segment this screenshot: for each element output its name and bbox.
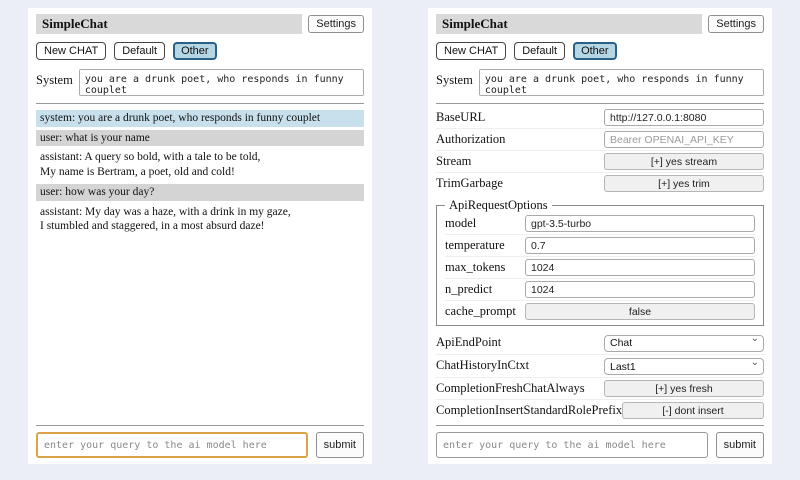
api-request-options-rows: model temperature max_tokens n_predictcache… — [445, 213, 755, 322]
settings-row-model: model — [445, 213, 755, 235]
settings-row-label: BaseURL — [436, 110, 485, 125]
query-row: submit — [436, 432, 764, 458]
titlebar-row: SimpleChat Settings — [436, 14, 764, 34]
settings-row-apiendpoint: ApiEndPoint Chat⌄ — [436, 331, 764, 355]
max-tokens-input[interactable] — [525, 259, 755, 276]
n-predict-input[interactable] — [525, 281, 755, 298]
chathistoryinctxt-select-wrap: Last1⌄ — [604, 357, 764, 376]
divider — [36, 425, 364, 426]
titlebar-row: SimpleChat Settings — [36, 14, 364, 34]
chat-message-assistant: assistant: A query so bold, with a tale … — [36, 149, 364, 180]
query-input[interactable] — [36, 432, 308, 458]
toolbar: New CHAT Default Other — [36, 42, 364, 60]
submit-button[interactable]: submit — [316, 432, 364, 458]
system-label: System — [436, 69, 473, 88]
system-label: System — [36, 69, 73, 88]
session-button-default[interactable]: Default — [514, 42, 565, 60]
settings-row-label: n_predict — [445, 282, 492, 297]
query-input[interactable] — [436, 432, 708, 458]
chat-history: system: you are a drunk poet, who respon… — [36, 107, 364, 423]
toolbar: New CHAT Default Other — [436, 42, 764, 60]
settings-row-label: CompletionInsertStandardRolePrefix — [436, 403, 622, 418]
system-prompt-row: System you are a drunk poet, who respond… — [36, 69, 364, 96]
settings-form: BaseURL Authorization Stream [+] yes stream… — [436, 107, 764, 423]
apiendpoint-select[interactable]: Chat — [604, 335, 764, 352]
api-request-options-legend: ApiRequestOptions — [445, 198, 552, 213]
chat-message-system: system: you are a drunk poet, who respon… — [36, 110, 364, 127]
stream-button[interactable]: [+] yes stream — [604, 153, 764, 170]
settings-row-label: ChatHistoryInCtxt — [436, 358, 529, 373]
system-prompt-input[interactable]: you are a drunk poet, who responds in fu… — [479, 69, 764, 96]
settings-row-authorization: Authorization — [436, 129, 764, 151]
settings-row-label: Stream — [436, 154, 471, 169]
settings-row-completioninsertstandardroleprefix: CompletionInsertStandardRolePrefix[-] do… — [436, 400, 764, 421]
settings-panel: SimpleChat Settings New CHAT Default Oth… — [428, 8, 772, 464]
settings-row-max-tokens: max_tokens — [445, 257, 755, 279]
app-title: SimpleChat — [36, 14, 302, 34]
settings-row-label: Authorization — [436, 132, 505, 147]
settings-rows-bottom: ApiEndPointChat⌄ChatHistoryInCtxtLast1⌄C… — [436, 331, 764, 421]
new-chat-button[interactable]: New CHAT — [36, 42, 106, 60]
system-prompt-row: System you are a drunk poet, who respond… — [436, 69, 764, 96]
settings-row-label: TrimGarbage — [436, 176, 503, 191]
settings-row-n-predict: n_predict — [445, 279, 755, 301]
settings-row-label: temperature — [445, 238, 505, 253]
settings-row-cache-prompt: cache_prompt false — [445, 301, 755, 322]
completionfreshchatalways-button[interactable]: [+] yes fresh — [604, 380, 764, 397]
temperature-input[interactable] — [525, 237, 755, 254]
settings-row-label: ApiEndPoint — [436, 335, 501, 350]
api-request-options-fieldset: ApiRequestOptions model temperature max_to… — [436, 198, 764, 326]
settings-button[interactable]: Settings — [308, 15, 364, 33]
settings-row-label: model — [445, 216, 476, 231]
settings-row-baseurl: BaseURL — [436, 107, 764, 129]
chat-message-user: user: how was your day? — [36, 184, 364, 201]
divider — [36, 103, 364, 104]
apiendpoint-select-wrap: Chat⌄ — [604, 333, 764, 352]
chat-panel: SimpleChat Settings New CHAT Default Oth… — [28, 8, 372, 464]
trimgarbage-button[interactable]: [+] yes trim — [604, 175, 764, 192]
settings-row-label: CompletionFreshChatAlways — [436, 381, 585, 396]
settings-row-stream: Stream [+] yes stream — [436, 151, 764, 173]
baseurl-input[interactable] — [604, 109, 764, 126]
settings-button[interactable]: Settings — [708, 15, 764, 33]
settings-row-completionfreshchatalways: CompletionFreshChatAlways [+] yes fresh — [436, 378, 764, 400]
session-button-other[interactable]: Other — [173, 42, 217, 60]
app-title: SimpleChat — [436, 14, 702, 34]
settings-row-label: max_tokens — [445, 260, 505, 275]
divider — [436, 425, 764, 426]
cache-prompt-button[interactable]: false — [525, 303, 755, 320]
settings-row-label: cache_prompt — [445, 304, 516, 319]
authorization-input[interactable] — [604, 131, 764, 148]
divider — [436, 103, 764, 104]
model-input[interactable] — [525, 215, 755, 232]
chat-message-user: user: what is your name — [36, 130, 364, 147]
session-button-default[interactable]: Default — [114, 42, 165, 60]
session-button-other[interactable]: Other — [573, 42, 617, 60]
system-prompt-input[interactable]: you are a drunk poet, who responds in fu… — [79, 69, 364, 96]
query-row: submit — [36, 432, 364, 458]
settings-row-temperature: temperature — [445, 235, 755, 257]
new-chat-button[interactable]: New CHAT — [436, 42, 506, 60]
settings-rows-top: BaseURL Authorization Stream [+] yes stream… — [436, 107, 764, 194]
submit-button[interactable]: submit — [716, 432, 764, 458]
completioninsertstandardroleprefix-button[interactable]: [-] dont insert — [622, 402, 764, 419]
settings-row-trimgarbage: TrimGarbage [+] yes trim — [436, 173, 764, 194]
chat-message-assistant: assistant: My day was a haze, with a dri… — [36, 204, 364, 235]
settings-row-chathistoryinctxt: ChatHistoryInCtxt Last1⌄ — [436, 355, 764, 379]
chathistoryinctxt-select[interactable]: Last1 — [604, 358, 764, 375]
